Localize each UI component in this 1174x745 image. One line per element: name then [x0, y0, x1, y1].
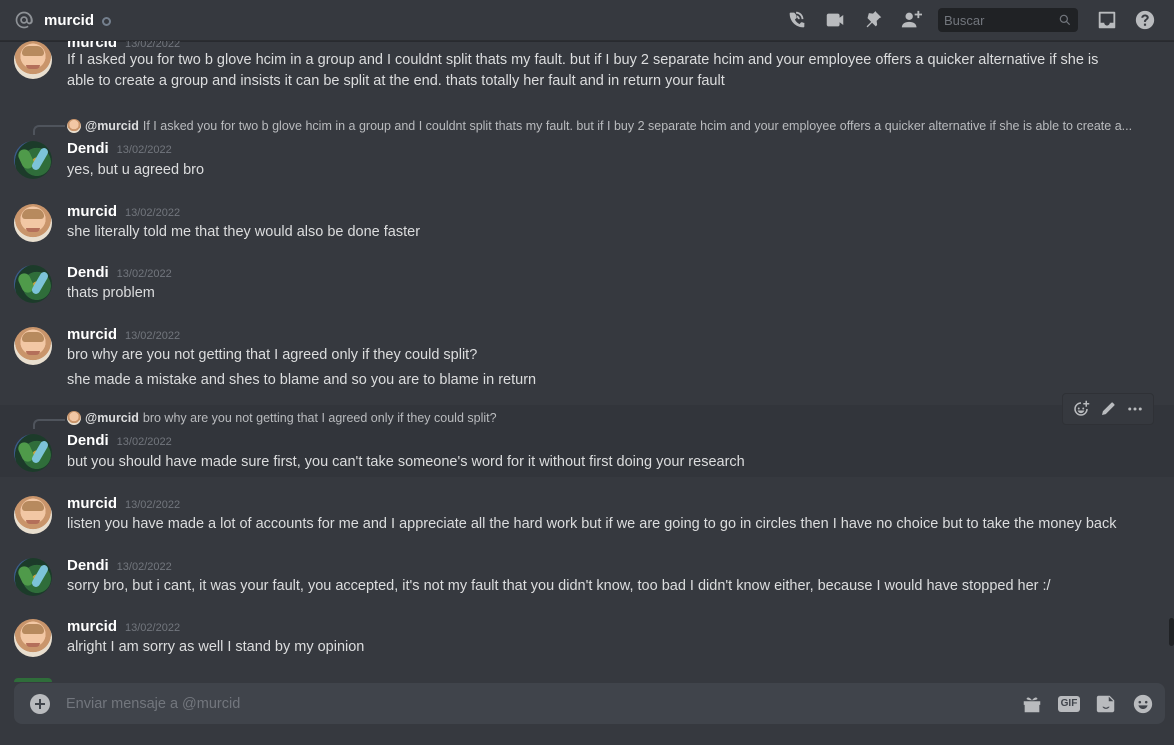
message-text: alright I am sorry as well I stand by my…	[67, 639, 365, 655]
message-actions-toolbar	[1062, 393, 1154, 425]
reply-avatar	[67, 119, 81, 133]
message-author[interactable]: murcid 13/02/2022	[67, 203, 180, 220]
video-call-icon[interactable]	[823, 8, 847, 32]
inbox-icon[interactable]	[1095, 8, 1119, 32]
message-text: thats problem	[67, 285, 155, 301]
message-timestamp: 13/02/2022	[116, 561, 172, 573]
gift-icon[interactable]	[1020, 692, 1044, 716]
message-item: murcid 13/02/2022 bro why are you not get…	[0, 323, 1174, 393]
add-reaction-icon[interactable]	[1070, 398, 1092, 420]
channel-header: murcid	[0, 0, 1174, 41]
message-timestamp: 13/02/2022	[125, 499, 181, 511]
voice-call-icon[interactable]	[785, 8, 809, 32]
reply-spine	[33, 419, 65, 429]
avatar[interactable]	[14, 496, 52, 534]
message-author[interactable]: Dendi 13/02/2022	[67, 557, 172, 574]
emoji-icon[interactable]	[1131, 692, 1155, 716]
message-author[interactable]: Dendi 13/02/2022	[67, 432, 172, 449]
pin-icon[interactable]	[861, 8, 885, 32]
reply-author: @murcid	[85, 411, 139, 425]
message-composer: GIF	[14, 683, 1165, 724]
message-text: bro why are you not getting that I agree…	[67, 347, 478, 363]
message-text: If I asked you for two b glove hcim in a…	[67, 52, 1099, 89]
scrollbar-thumb[interactable]	[1169, 618, 1174, 646]
message-timestamp: 13/02/2022	[116, 144, 172, 156]
message-item: murcid 13/02/2022 alright I am sorry as w…	[0, 615, 1174, 665]
reply-text: If I asked you for two b glove hcim in a…	[142, 119, 1133, 133]
message-item: @murcid bro why are you not getting that…	[0, 405, 1174, 477]
search-icon	[1059, 14, 1071, 26]
message-item: Dendi 13/02/2022 sorry bro, but i cant, i…	[0, 554, 1174, 604]
message-item: @murcid If I asked you for two b glove h…	[0, 117, 1174, 187]
message-author[interactable]: Dendi 13/02/2022	[67, 264, 172, 281]
message-author[interactable]: murcid 13/02/2022	[67, 618, 180, 635]
dm-title: murcid	[44, 11, 95, 29]
message-text: she made a mistake and shes to blame and…	[67, 372, 537, 388]
message-timestamp: 13/02/2022	[116, 268, 172, 280]
search-box[interactable]	[938, 8, 1078, 32]
avatar[interactable]	[14, 558, 52, 596]
message-text: she literally told me that they would al…	[67, 224, 421, 240]
reply-author: @murcid	[85, 119, 139, 133]
avatar[interactable]	[14, 265, 52, 303]
avatar[interactable]	[14, 204, 52, 242]
avatar[interactable]	[14, 41, 52, 79]
more-options-icon[interactable]	[1124, 398, 1146, 420]
avatar	[14, 678, 52, 682]
message-list: murcid 13/02/2022 If I asked you for two …	[0, 41, 1174, 681]
reply-spine	[33, 125, 65, 135]
message-timestamp: 13/02/2022	[125, 41, 181, 50]
message-item: Dendi 13/02/2022 thats problem	[0, 261, 1174, 311]
gif-label: GIF	[1057, 695, 1081, 712]
add-friend-icon[interactable]	[899, 8, 923, 32]
message-timestamp: 13/02/2022	[116, 436, 172, 448]
at-sign-icon	[14, 10, 36, 30]
reply-preview[interactable]: @murcid If I asked you for two b glove h…	[67, 119, 1132, 133]
message-timestamp: 13/02/2022	[125, 330, 181, 342]
edit-icon[interactable]	[1097, 398, 1119, 420]
message-author[interactable]: murcid 13/02/2022	[67, 326, 180, 343]
message-item: murcid 13/02/2022 If I asked you for two …	[0, 41, 1174, 105]
help-icon[interactable]	[1133, 8, 1157, 32]
gif-button[interactable]: GIF	[1057, 692, 1081, 716]
sticker-icon[interactable]	[1094, 692, 1118, 716]
message-text: sorry bro, but i cant, it was your fault…	[67, 578, 1051, 594]
reply-text: bro why are you not getting that I agree…	[142, 411, 497, 425]
message-author[interactable]: murcid 13/02/2022	[67, 495, 180, 512]
offline-status-icon	[102, 16, 112, 26]
message-item: murcid 13/02/2022 listen you have made a …	[0, 492, 1174, 542]
message-timestamp: 13/02/2022	[125, 207, 181, 219]
message-input[interactable]	[66, 695, 1007, 712]
avatar[interactable]	[14, 327, 52, 365]
search-input[interactable]	[944, 12, 1058, 28]
message-text: but you should have made sure first, you…	[67, 454, 745, 470]
avatar[interactable]	[14, 141, 52, 179]
message-text: listen you have made a lot of accounts f…	[67, 516, 1117, 532]
message-author[interactable]: Dendi 13/02/2022	[67, 140, 172, 157]
message-text: yes, but u agreed bro	[67, 162, 205, 178]
upload-plus-icon[interactable]	[30, 693, 50, 714]
avatar[interactable]	[14, 619, 52, 657]
reply-preview[interactable]: @murcid bro why are you not getting that…	[67, 411, 497, 425]
avatar[interactable]	[14, 434, 52, 472]
reply-avatar	[67, 411, 81, 425]
message-timestamp: 13/02/2022	[125, 622, 181, 634]
message-item: murcid 13/02/2022 she literally told me t…	[0, 200, 1174, 250]
